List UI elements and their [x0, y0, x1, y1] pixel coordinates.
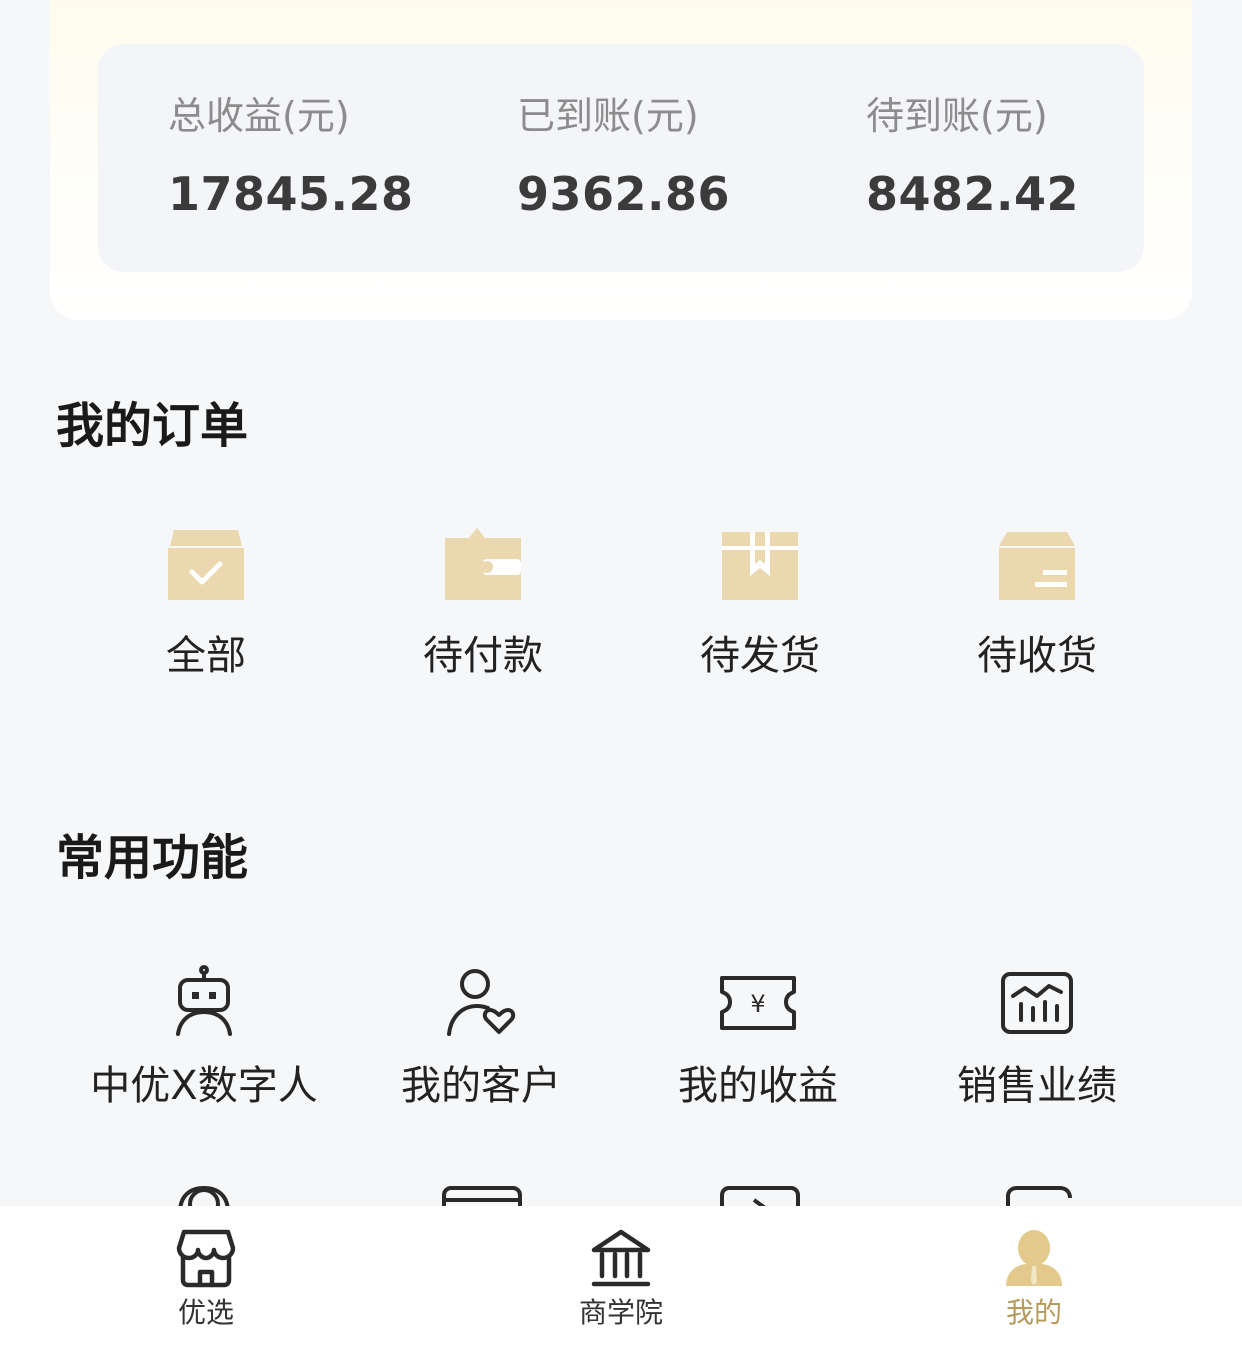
function-my-earnings-label: 我的收益 — [678, 1063, 838, 1109]
total-earnings-stat[interactable]: 总收益(元) 17845.28 — [168, 92, 414, 220]
order-pending-receipt[interactable]: 待收货 — [897, 526, 1177, 680]
tab-mine-label: 我的 — [1005, 1296, 1062, 1329]
person-icon — [1006, 1230, 1062, 1286]
order-pending-payment[interactable]: 待付款 — [343, 526, 623, 680]
order-pending-payment-label: 待付款 — [423, 633, 543, 679]
function-my-customers[interactable]: 我的客户 — [341, 964, 621, 1110]
tab-featured-label: 优选 — [177, 1296, 234, 1329]
function-sales-performance[interactable]: 销售业绩 — [897, 964, 1177, 1110]
pending-earnings-label: 待到账(元) — [866, 94, 1048, 138]
wallet-icon — [445, 528, 521, 600]
tab-business-school[interactable]: 商学院 — [521, 1228, 721, 1330]
pending-earnings-value: 8482.42 — [866, 167, 1080, 221]
ticket-yuan-icon: ¥ — [720, 976, 796, 1030]
order-all[interactable]: 全部 — [66, 526, 346, 680]
user-heart-icon — [447, 969, 516, 1036]
tab-business-school-label: 商学院 — [578, 1296, 663, 1329]
order-all-label: 全部 — [166, 633, 246, 679]
user-circle-icon — [178, 1185, 230, 1206]
robot-icon — [176, 965, 232, 1036]
svg-text:¥: ¥ — [750, 990, 765, 1018]
store-icon — [176, 1229, 236, 1288]
functions-next-row — [0, 1176, 1242, 1206]
pending-earnings-stat[interactable]: 待到账(元) 8482.42 — [866, 92, 1079, 220]
order-pending-receipt-label: 待收货 — [977, 633, 1097, 679]
function-sales-performance-label: 销售业绩 — [957, 1063, 1117, 1109]
received-earnings-stat[interactable]: 已到账(元) 9362.86 — [517, 92, 730, 220]
card-receive-icon — [999, 532, 1075, 600]
total-earnings-value: 17845.28 — [168, 167, 414, 221]
order-pending-shipment[interactable]: 待发货 — [620, 526, 900, 680]
received-earnings-value: 9362.86 — [517, 167, 731, 221]
card-icon — [442, 1186, 522, 1206]
box-check-icon — [168, 530, 244, 600]
document-icon — [1006, 1186, 1072, 1206]
function-my-earnings[interactable]: ¥ 我的收益 — [618, 964, 898, 1110]
functions-section-title: 常用功能 — [56, 830, 249, 886]
received-earnings-label: 已到账(元) — [517, 94, 699, 138]
bottom-tab-bar: 优选 商学院 我的 — [0, 1206, 1242, 1362]
total-earnings-label: 总收益(元) — [168, 94, 350, 138]
function-digital-human-label: 中优X数字人 — [90, 1063, 318, 1109]
package-icon — [722, 532, 798, 600]
institution-icon — [591, 1229, 651, 1287]
function-digital-human[interactable]: 中优X数字人 — [64, 964, 344, 1110]
orders-section-title: 我的订单 — [56, 398, 249, 454]
order-pending-shipment-label: 待发货 — [700, 633, 820, 679]
chart-icon — [1001, 972, 1073, 1034]
tab-mine[interactable]: 我的 — [934, 1228, 1134, 1330]
video-icon — [720, 1186, 800, 1206]
function-my-customers-label: 我的客户 — [401, 1063, 561, 1109]
tab-featured[interactable]: 优选 — [106, 1228, 306, 1330]
